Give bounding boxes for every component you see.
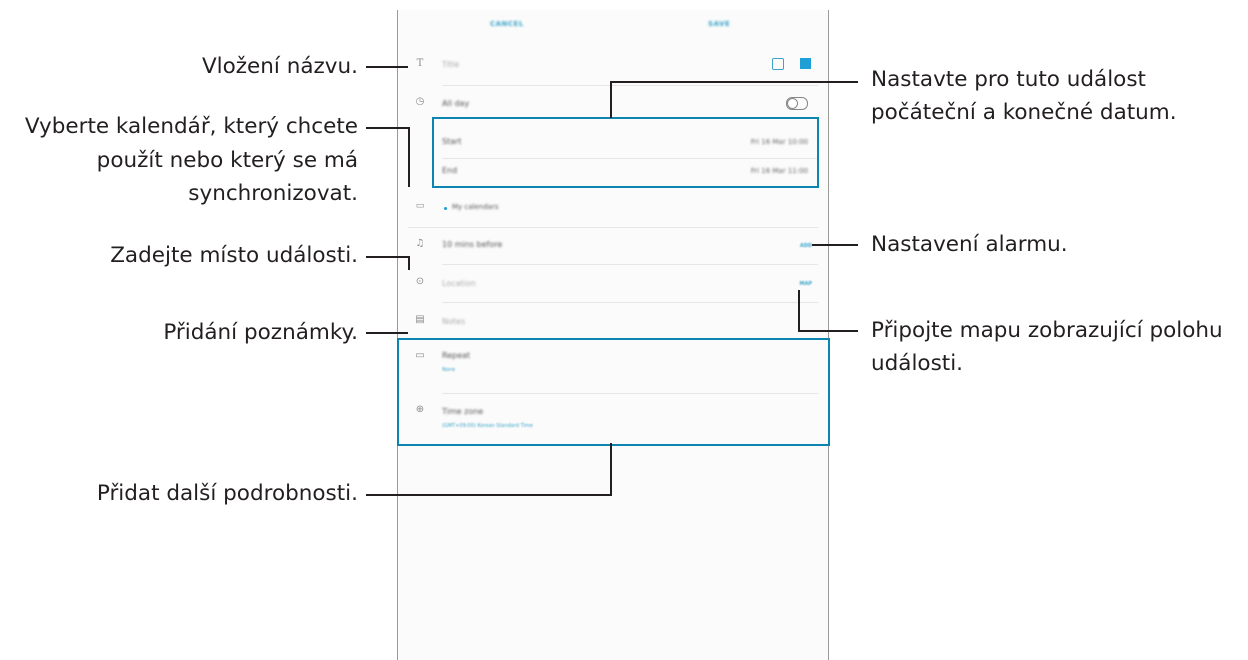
divider [408,227,818,228]
add-reminder-button[interactable]: ADD [800,243,812,249]
leader-line [812,244,858,246]
callout-map-line2: události. [871,351,964,376]
phone-screen: CANCEL SAVE T Title ◷ All day Start Fri … [397,10,829,660]
leader-line [366,256,410,258]
leader-line [610,443,612,496]
leader-line [408,256,410,270]
calendar-icon: ▭ [415,201,425,211]
callout-location: Zadejte místo události. [110,243,358,268]
callout-title: Vložení názvu. [201,54,358,79]
note-icon: ▤ [415,314,425,325]
date-range-highlight [432,117,819,188]
calendar-selector[interactable]: My calendars [452,203,499,211]
leader-line [366,494,612,496]
divider [442,302,818,303]
location-pin-icon: ⊙ [415,276,425,287]
leader-line [366,66,408,68]
leader-line [610,81,612,118]
callout-more-details: Přidat další podrobnosti. [96,481,358,506]
leader-line [408,127,410,187]
leader-line [366,332,408,334]
leader-line [798,290,800,332]
callout-dates-line1: Nastavte pro tuto událost [871,67,1146,92]
callout-notes: Přidání poznámky. [163,320,358,345]
location-input[interactable]: Location [442,279,476,288]
calendar-color-icon[interactable] [800,58,811,69]
leader-line [799,330,858,332]
leader-line [611,81,858,83]
all-day-toggle[interactable] [786,97,808,110]
cancel-button[interactable]: CANCEL [490,20,524,28]
text-icon: T [416,58,424,69]
clock-icon: ◷ [415,96,425,107]
notes-input[interactable]: Notes [442,317,465,326]
divider [442,85,818,86]
map-button[interactable]: MAP [799,281,812,287]
callout-map-line1: Připojte mapu zobrazující polohu [871,318,1223,343]
more-details-highlight [397,338,830,446]
divider [442,264,818,265]
callout-calendar-line3: synchronizovat. [188,181,358,206]
calendar-dot-icon [444,207,447,210]
callout-calendar-line2: použít nebo který se má [96,148,358,173]
callout-dates-line2: počáteční a konečné datum. [871,100,1177,125]
callout-alarm: Nastavení alarmu. [871,232,1068,257]
reminder-label[interactable]: 10 mins before [442,240,502,249]
toggle-knob [787,98,798,109]
bell-icon: ♫ [415,238,425,249]
save-button[interactable]: SAVE [708,20,730,28]
all-day-label: All day [442,99,470,108]
callout-calendar-line1: Vyberte kalendář, který chcete [24,114,358,139]
leader-line [366,127,410,129]
title-input[interactable]: Title [442,60,459,69]
sticker-icon[interactable] [772,58,784,70]
